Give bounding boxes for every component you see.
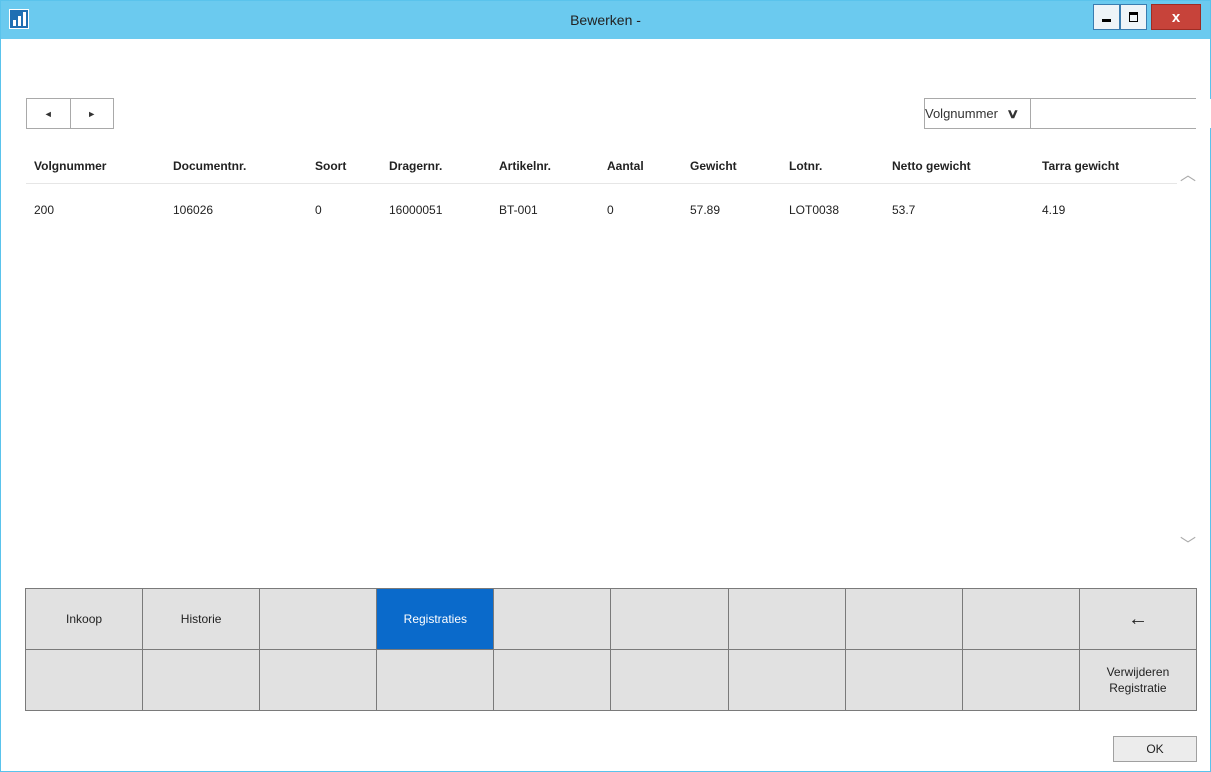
- back-arrow-icon: ←: [1127, 608, 1148, 630]
- cell-documentnr: 106026: [173, 203, 214, 217]
- next-button[interactable]: ►: [71, 99, 114, 128]
- table-row[interactable]: 200 106026 0 16000051 BT-001 0 57.89 LOT…: [26, 184, 1177, 237]
- cell-dragernr: 16000051: [389, 203, 443, 217]
- search-filter: Volgnummer ∨: [924, 98, 1211, 129]
- chevron-down-icon: ∨: [1006, 105, 1020, 121]
- col-artikelnr[interactable]: Artikelnr.: [491, 149, 599, 184]
- empty-button-1-5[interactable]: [494, 589, 612, 650]
- cell-artikelnr: BT-001: [499, 203, 538, 217]
- empty-button-1-3[interactable]: [260, 589, 378, 650]
- scroll-down-icon[interactable]: ﹀: [1178, 531, 1198, 555]
- filter-field-dropdown[interactable]: Volgnummer ∨: [925, 99, 1031, 128]
- col-lotnr[interactable]: Lotnr.: [781, 149, 884, 184]
- cell-netto-gewicht: 53.7: [892, 203, 916, 217]
- col-dragernr[interactable]: Dragernr.: [381, 149, 491, 184]
- filter-field-label: Volgnummer: [925, 106, 998, 121]
- empty-button-1-8[interactable]: [845, 589, 963, 650]
- minimize-icon: [1102, 19, 1111, 22]
- empty-button-1-6[interactable]: [611, 589, 729, 650]
- previous-button[interactable]: ◄: [27, 99, 71, 128]
- empty-button-2-7[interactable]: [728, 650, 846, 711]
- scroll-up-icon[interactable]: ︿: [1178, 161, 1198, 185]
- empty-button-2-5[interactable]: [494, 650, 612, 711]
- close-button[interactable]: x: [1151, 4, 1201, 30]
- ok-button[interactable]: OK: [1113, 736, 1197, 762]
- table-header-row: Volgnummer Documentnr. Soort Dragernr. A…: [26, 149, 1177, 184]
- record-navigator: ◄ ►: [26, 98, 114, 129]
- col-netto-gewicht[interactable]: Netto gewicht: [884, 149, 1034, 184]
- empty-button-1-7[interactable]: [728, 589, 846, 650]
- cell-soort: 0: [315, 203, 322, 217]
- col-volgnummer[interactable]: Volgnummer: [26, 149, 165, 184]
- maximize-button[interactable]: [1120, 4, 1147, 30]
- col-tarra-gewicht[interactable]: Tarra gewicht: [1034, 149, 1177, 184]
- right-arrow-icon: ►: [87, 108, 97, 119]
- empty-button-2-6[interactable]: [611, 650, 729, 711]
- empty-button-2-3[interactable]: [260, 650, 378, 711]
- empty-button-2-1[interactable]: [26, 650, 144, 711]
- search-input[interactable]: [1030, 99, 1211, 128]
- window-title: Bewerken -: [570, 12, 641, 28]
- col-soort[interactable]: Soort: [307, 149, 381, 184]
- col-documentnr[interactable]: Documentnr.: [165, 149, 307, 184]
- empty-button-2-4[interactable]: [377, 650, 495, 711]
- historie-button[interactable]: Historie: [143, 589, 261, 650]
- back-button[interactable]: ←: [1079, 589, 1197, 650]
- function-button-grid: Inkoop Historie Registraties ← Verwijder…: [25, 588, 1197, 711]
- cell-tarra-gewicht: 4.19: [1042, 203, 1066, 217]
- cell-volgnummer: 200: [34, 203, 55, 217]
- cell-gewicht: 57.89: [690, 203, 721, 217]
- cell-aantal: 0: [607, 203, 614, 217]
- title-bar[interactable]: Bewerken - x: [1, 1, 1210, 39]
- cell-lotnr: LOT0038: [789, 203, 840, 217]
- registrations-table: Volgnummer Documentnr. Soort Dragernr. A…: [26, 149, 1177, 236]
- empty-button-1-9[interactable]: [962, 589, 1080, 650]
- left-arrow-icon: ◄: [43, 108, 53, 119]
- maximize-icon: [1129, 12, 1138, 22]
- empty-button-2-9[interactable]: [962, 650, 1080, 711]
- inkoop-button[interactable]: Inkoop: [26, 589, 144, 650]
- minimize-button[interactable]: [1093, 4, 1120, 30]
- col-aantal[interactable]: Aantal: [599, 149, 682, 184]
- empty-button-2-2[interactable]: [143, 650, 261, 711]
- delete-registration-button[interactable]: Verwijderen Registratie: [1079, 650, 1197, 711]
- col-gewicht[interactable]: Gewicht: [682, 149, 781, 184]
- main-window: Bewerken - x ◄ ► Volgnummer ∨ Volgnummer…: [0, 0, 1211, 772]
- registraties-button[interactable]: Registraties: [377, 589, 495, 650]
- close-icon: x: [1171, 8, 1181, 26]
- empty-button-2-8[interactable]: [845, 650, 963, 711]
